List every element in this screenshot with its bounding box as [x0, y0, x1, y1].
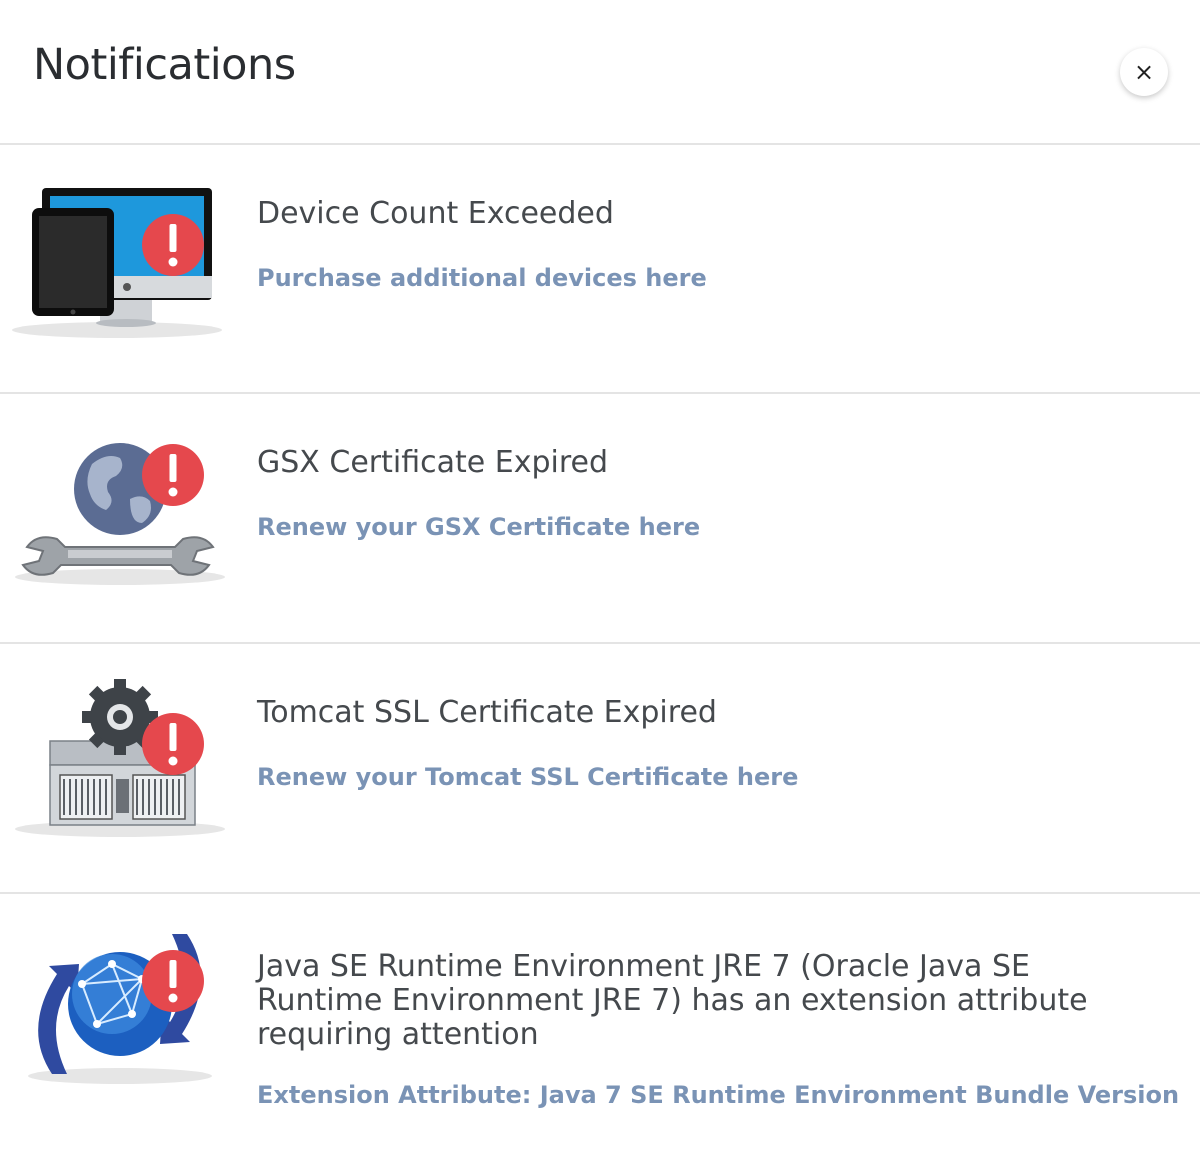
notification-item: Device Count Exceeded Purchase additiona…	[0, 145, 1200, 394]
notification-link[interactable]: Renew your Tomcat SSL Certificate here	[257, 763, 798, 791]
page-title: Notifications	[33, 40, 296, 90]
server-gear-icon	[12, 679, 227, 854]
notification-title: GSX Certificate Expired	[257, 445, 609, 480]
modal-header: Notifications ×	[0, 0, 1200, 145]
notification-item: Java SE Runtime Environment JRE 7 (Oracl…	[0, 894, 1200, 1165]
network-globe-icon	[12, 924, 227, 1099]
close-button[interactable]: ×	[1120, 48, 1168, 96]
notification-link[interactable]: Renew your GSX Certificate here	[257, 513, 700, 541]
close-icon: ×	[1133, 58, 1155, 86]
devices-icon	[12, 180, 227, 355]
notification-link[interactable]: Purchase additional devices here	[257, 264, 707, 292]
notification-title: Device Count Exceeded	[257, 196, 614, 231]
notification-title: Java SE Runtime Environment JRE 7 (Oracl…	[257, 949, 1088, 1052]
globe-wrench-icon	[12, 429, 227, 604]
notification-item: GSX Certificate Expired Renew your GSX C…	[0, 394, 1200, 644]
notification-title: Tomcat SSL Certificate Expired	[257, 695, 717, 730]
notification-link[interactable]: Extension Attribute: Java 7 SE Runtime E…	[257, 1081, 1179, 1109]
notification-item: Tomcat SSL Certificate Expired Renew you…	[0, 644, 1200, 894]
